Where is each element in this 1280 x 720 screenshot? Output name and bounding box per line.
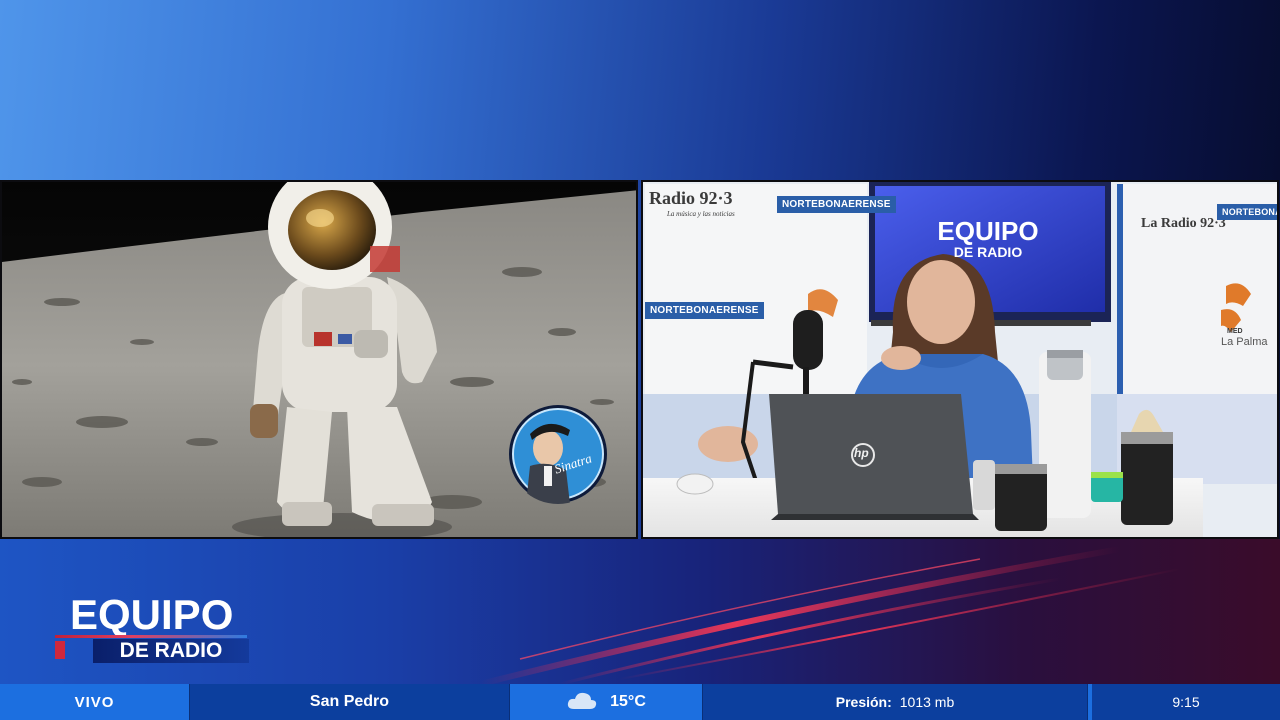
pressure-segment: Presión: 1013 mb [703, 684, 1088, 720]
studio-camera-panel: Radio 92·3 La música y las noticias NORT… [641, 180, 1279, 539]
equipo-de-radio-logo: EQUIPO DE RADIO [55, 593, 255, 673]
pressure-label: Presión: [835, 694, 892, 710]
sponsor-banner-top: NORTEBONAERENSE [777, 196, 896, 213]
sponsor-banner-mid: NORTEBONAERENSE [645, 302, 764, 319]
sinatra-badge: Sinatra [508, 404, 608, 504]
live-indicator: VIVO [0, 684, 190, 720]
pressure-value: 1013 mb [899, 694, 955, 710]
tv-screen-title: EQUIPO [937, 216, 1039, 246]
laptop-brand-logo: hp [854, 446, 869, 460]
radio-tagline: La música y las noticias [667, 210, 735, 218]
weather-segment: 15°C [510, 684, 703, 720]
radio-logo: Radio 92·3 [649, 188, 733, 208]
cloud-icon [566, 689, 598, 715]
med-label: MED [1227, 328, 1243, 335]
right-radio-logo: La Radio 92·3 [1141, 216, 1226, 231]
sponsor-banner-right: NORTEBONAERENSE [1217, 204, 1277, 220]
logo-divider [55, 635, 247, 638]
logo-subtitle: DE RADIO [93, 639, 249, 663]
la-palma-label: La Palma [1221, 336, 1268, 348]
clock-time: 9:15 [1172, 694, 1200, 710]
logo-red-mark [55, 641, 65, 659]
top-background-band [0, 0, 1280, 180]
city-label: San Pedro [190, 684, 510, 720]
tv-screen-subtitle: DE RADIO [953, 244, 1023, 260]
info-ticker-bar: VIVO San Pedro 15°C Presión: 1013 mb 9:1… [0, 684, 1280, 720]
logo-title: EQUIPO [70, 591, 234, 638]
temperature-value: 15°C [610, 693, 646, 710]
